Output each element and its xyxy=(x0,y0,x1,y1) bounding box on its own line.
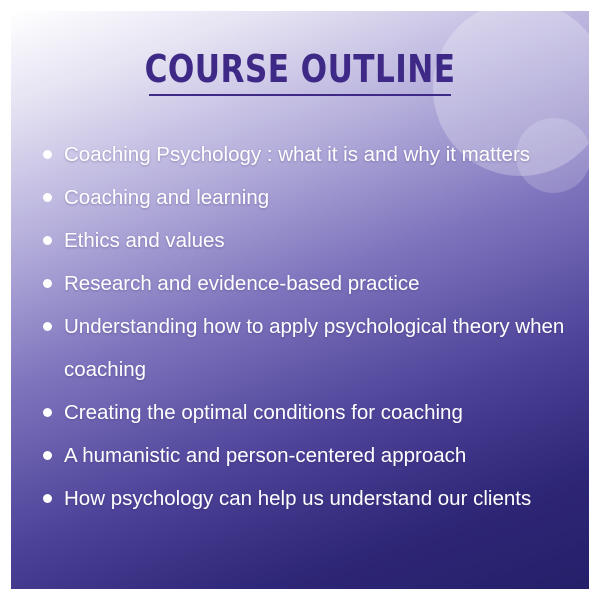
list-item-text: Coaching Psychology : what it is and why… xyxy=(64,143,531,166)
bullet-icon xyxy=(43,451,52,460)
list-item-text: Ethics and values xyxy=(64,229,225,252)
bullet-icon xyxy=(43,494,52,503)
list-item-text: How psychology can help us understand ou… xyxy=(64,487,532,510)
list-item: Creating the optimal conditions for coac… xyxy=(11,391,589,434)
list-item-text: Understanding how to apply psychological… xyxy=(64,315,565,381)
list-item-text: Creating the optimal conditions for coac… xyxy=(64,401,463,424)
outline-list: Coaching Psychology : what it is and why… xyxy=(11,133,589,520)
bullet-icon xyxy=(43,150,52,159)
bullet-icon xyxy=(43,322,52,331)
list-item-text: Coaching and learning xyxy=(64,186,270,209)
list-item: Understanding how to apply psychological… xyxy=(11,305,574,391)
bullet-icon xyxy=(43,279,52,288)
list-item: A humanistic and person-centered approac… xyxy=(11,434,589,477)
list-item-text: A humanistic and person-centered approac… xyxy=(64,444,467,467)
list-item: Coaching Psychology : what it is and why… xyxy=(11,133,589,176)
list-item: Coaching and learning xyxy=(11,176,589,219)
page-frame: COURSE OUTLINE Coaching Psychology : wha… xyxy=(0,0,600,600)
course-outline-card: COURSE OUTLINE Coaching Psychology : wha… xyxy=(11,11,589,589)
bullet-icon xyxy=(43,193,52,202)
list-item: Research and evidence-based practice xyxy=(11,262,589,305)
bullet-icon xyxy=(43,408,52,417)
bullet-icon xyxy=(43,236,52,245)
page-title: COURSE OUTLINE xyxy=(144,47,456,91)
list-item: Ethics and values xyxy=(11,219,589,262)
list-item-text: Research and evidence-based practice xyxy=(64,272,420,295)
title-underline xyxy=(149,94,451,96)
list-item: How psychology can help us understand ou… xyxy=(11,477,589,520)
